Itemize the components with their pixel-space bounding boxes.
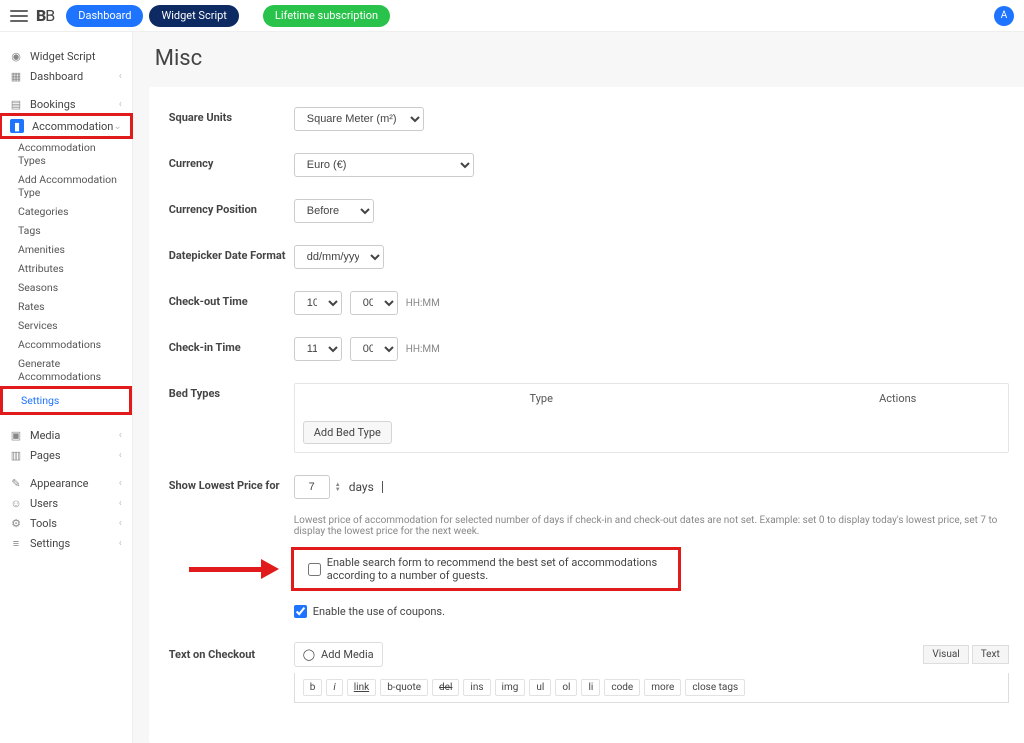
top-dashboard-button[interactable]: Dashboard xyxy=(66,5,143,27)
highlighted-option: Enable search form to recommend the best… xyxy=(291,547,681,591)
sidebar-item-seasons[interactable]: Seasons xyxy=(0,278,132,297)
enable-search-checkbox[interactable] xyxy=(308,563,321,576)
brush-icon: ✎ xyxy=(10,477,22,489)
sidebar-item-amenities[interactable]: Amenities xyxy=(0,240,132,259)
sidebar-item-attributes[interactable]: Attributes xyxy=(0,259,132,278)
tb-code[interactable]: code xyxy=(604,679,640,696)
sidebar-item-settings[interactable]: ≡Settings‹ xyxy=(0,533,132,553)
number-stepper[interactable]: ▲▼ xyxy=(335,482,341,492)
chevron-left-icon: ‹ xyxy=(119,71,122,82)
tb-close-tags[interactable]: close tags xyxy=(685,679,745,696)
sidebar-item-tools[interactable]: ⚙Tools‹ xyxy=(0,513,132,533)
date-format-select[interactable]: dd/mm/yyyy xyxy=(294,245,384,269)
tb-bold[interactable]: b xyxy=(303,679,323,696)
avatar[interactable]: A xyxy=(994,6,1014,26)
pages-icon: ▥ xyxy=(10,449,22,461)
bed-table-col-actions: Actions xyxy=(788,384,1008,413)
sidebar-item-tags[interactable]: Tags xyxy=(0,221,132,240)
sidebar-item-dashboard[interactable]: ▦Dashboard‹ xyxy=(0,66,132,86)
sidebar-item-widget-script[interactable]: ◉Widget Script xyxy=(0,46,132,66)
bed-types-table: Type Actions Add Bed Type xyxy=(294,383,1009,453)
sidebar: ◉Widget Script ▦Dashboard‹ ▤Bookings‹ ▮ … xyxy=(0,32,133,743)
chevron-down-icon: ⌄ xyxy=(113,121,121,132)
grid-icon: ▦ xyxy=(10,70,22,82)
wrench-icon: ⚙ xyxy=(10,517,22,529)
main-content: Misc Square Units Square Meter (m²) Curr… xyxy=(133,32,1024,743)
page-title: Misc xyxy=(133,32,1024,77)
enable-coupons-checkbox[interactable] xyxy=(294,605,307,618)
lowest-price-unit: days xyxy=(349,480,374,494)
sidebar-item-acc-types[interactable]: Accommodation Types xyxy=(0,138,132,170)
sidebar-item-media[interactable]: ▣Media‹ xyxy=(0,425,132,445)
label-currency-position: Currency Position xyxy=(169,199,294,216)
label-bed-types: Bed Types xyxy=(169,383,294,400)
label-text-on-checkout: Text on Checkout xyxy=(169,642,294,661)
checkout-hint: HH:MM xyxy=(406,298,440,309)
checkin-hh-select[interactable]: 11 xyxy=(294,337,342,361)
sidebar-item-categories[interactable]: Categories xyxy=(0,202,132,221)
label-square-units: Square Units xyxy=(169,107,294,124)
hamburger-icon[interactable] xyxy=(10,7,28,25)
tb-link[interactable]: link xyxy=(347,679,376,696)
editor-toolbar: b i link b-quote del ins img ul ol li co… xyxy=(294,673,1009,703)
enable-coupons-label: Enable the use of coupons. xyxy=(313,605,445,618)
bed-table-col-type: Type xyxy=(295,384,788,413)
sidebar-item-rates[interactable]: Rates xyxy=(0,297,132,316)
tb-ul[interactable]: ul xyxy=(529,679,551,696)
checkin-mm-select[interactable]: 00 xyxy=(350,337,398,361)
sidebar-item-bookings[interactable]: ▤Bookings‹ xyxy=(0,94,132,114)
currency-select[interactable]: Euro (€) xyxy=(294,153,474,177)
lowest-price-helper: Lowest price of accommodation for select… xyxy=(294,515,1009,537)
sliders-icon: ≡ xyxy=(10,537,22,549)
enable-search-checkbox-row[interactable]: Enable search form to recommend the best… xyxy=(308,556,664,582)
tab-text[interactable]: Text xyxy=(972,645,1009,664)
checkout-mm-select[interactable]: 00 xyxy=(350,291,398,315)
top-widget-button[interactable]: Widget Script xyxy=(149,5,238,27)
tb-ins[interactable]: ins xyxy=(463,679,490,696)
label-show-lowest-price: Show Lowest Price for xyxy=(169,475,294,492)
sidebar-item-appearance[interactable]: ✎Appearance‹ xyxy=(0,473,132,493)
tb-bquote[interactable]: b-quote xyxy=(380,679,428,696)
label-currency: Currency xyxy=(169,153,294,170)
tb-li[interactable]: li xyxy=(581,679,600,696)
tb-img[interactable]: img xyxy=(495,679,526,696)
checkout-hh-select[interactable]: 10 xyxy=(294,291,342,315)
enable-coupons-checkbox-row[interactable]: Enable the use of coupons. xyxy=(294,605,445,618)
eye-icon: ◉ xyxy=(10,50,22,62)
chevron-left-icon: ‹ xyxy=(119,99,122,110)
sidebar-item-services[interactable]: Services xyxy=(0,316,132,335)
highlight-arrow xyxy=(189,559,279,579)
sidebar-item-generate-acc[interactable]: Generate Accommodations xyxy=(0,354,132,386)
tb-more[interactable]: more xyxy=(644,679,681,696)
sidebar-item-users[interactable]: ☺Users‹ xyxy=(0,493,132,513)
tb-del[interactable]: del xyxy=(432,679,459,696)
media-icon: ▣ xyxy=(10,429,22,441)
add-media-button[interactable]: ◯ Add Media xyxy=(294,642,383,667)
lifetime-subscription-button[interactable]: Lifetime subscription xyxy=(263,5,390,27)
logo: BB xyxy=(36,6,54,25)
building-icon: ▮ xyxy=(10,119,24,133)
user-icon: ☺ xyxy=(10,497,22,509)
sidebar-item-acc-settings[interactable]: Settings xyxy=(3,391,129,410)
sidebar-item-accommodations[interactable]: Accommodations xyxy=(0,335,132,354)
tb-ol[interactable]: ol xyxy=(555,679,577,696)
label-checkout-time: Check-out Time xyxy=(169,291,294,308)
label-date-format: Datepicker Date Format xyxy=(169,245,294,262)
checkin-hint: HH:MM xyxy=(406,344,440,355)
square-units-select[interactable]: Square Meter (m²) xyxy=(294,107,424,131)
sidebar-item-accommodation[interactable]: ▮ Accommodation⌄ xyxy=(0,114,132,138)
currency-position-select[interactable]: Before xyxy=(294,199,374,223)
lowest-price-days-input[interactable] xyxy=(294,475,330,499)
add-bed-type-button[interactable]: Add Bed Type xyxy=(303,421,392,444)
media-icon: ◯ xyxy=(303,648,315,661)
enable-search-label: Enable search form to recommend the best… xyxy=(327,556,664,582)
calendar-icon: ▤ xyxy=(10,98,22,110)
sidebar-item-pages[interactable]: ▥Pages‹ xyxy=(0,445,132,465)
tab-visual[interactable]: Visual xyxy=(923,645,968,664)
sidebar-item-add-acc-type[interactable]: Add Accommodation Type xyxy=(0,170,132,202)
tb-italic[interactable]: i xyxy=(326,679,342,696)
label-checkin-time: Check-in Time xyxy=(169,337,294,354)
